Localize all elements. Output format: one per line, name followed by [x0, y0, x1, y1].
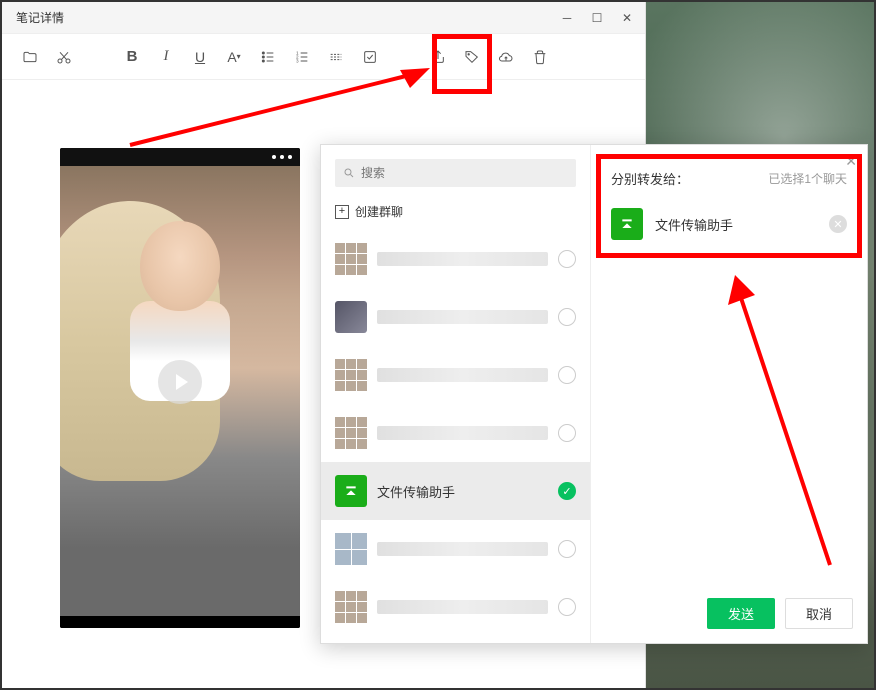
- share-icon[interactable]: [424, 43, 452, 71]
- select-radio-checked[interactable]: [558, 482, 576, 500]
- search-input-wrapper[interactable]: [335, 159, 576, 187]
- checklist-icon[interactable]: [356, 43, 384, 71]
- send-button[interactable]: 发送: [707, 598, 775, 629]
- bold-button[interactable]: B: [118, 43, 146, 71]
- cloud-upload-icon[interactable]: [492, 43, 520, 71]
- dialog-actions: 发送 取消: [591, 584, 867, 643]
- font-color-button[interactable]: A▾: [220, 43, 248, 71]
- forward-dialog: + 创建群聊: [320, 144, 868, 644]
- toolbar: B I U A▾ 123: [2, 34, 645, 80]
- close-icon[interactable]: ✕: [845, 153, 857, 170]
- contact-name-redacted: [377, 600, 548, 614]
- avatar: [335, 301, 367, 333]
- contact-item-file-helper[interactable]: 文件传输助手: [321, 462, 590, 520]
- underline-button[interactable]: U: [186, 43, 214, 71]
- contact-name-redacted: [377, 310, 548, 324]
- create-group-button[interactable]: + 创建群聊: [321, 197, 590, 230]
- avatar: [335, 243, 367, 275]
- plus-icon: +: [335, 205, 349, 219]
- minimize-button[interactable]: ─: [553, 6, 581, 30]
- contact-item[interactable]: [321, 520, 590, 578]
- italic-button[interactable]: I: [152, 43, 180, 71]
- folder-icon[interactable]: [16, 43, 44, 71]
- avatar: [335, 591, 367, 623]
- divider-icon[interactable]: [322, 43, 350, 71]
- phone-statusbar: [60, 148, 300, 166]
- selected-contact-name: 文件传输助手: [655, 215, 817, 234]
- search-icon: [343, 167, 355, 179]
- contact-list[interactable]: 文件传输助手: [321, 230, 590, 643]
- select-radio[interactable]: [558, 540, 576, 558]
- contact-item[interactable]: [321, 230, 590, 288]
- select-radio[interactable]: [558, 250, 576, 268]
- cancel-button[interactable]: 取消: [785, 598, 853, 629]
- ordered-list-icon[interactable]: 123: [288, 43, 316, 71]
- forward-selection-column: ✕ 分别转发给： 已选择1个聊天 文件传输助手 ✕ 发送 取消: [591, 145, 867, 643]
- maximize-button[interactable]: ☐: [583, 6, 611, 30]
- window-controls: ─ ☐ ✕: [553, 6, 641, 30]
- avatar: [335, 533, 367, 565]
- contact-name: 文件传输助手: [377, 482, 548, 501]
- file-helper-icon: [335, 475, 367, 507]
- contact-name-redacted: [377, 426, 548, 440]
- contact-name-redacted: [377, 252, 548, 266]
- contact-name-redacted: [377, 368, 548, 382]
- select-radio[interactable]: [558, 366, 576, 384]
- delete-icon[interactable]: [526, 43, 554, 71]
- create-group-label: 创建群聊: [355, 203, 403, 220]
- tag-icon[interactable]: [458, 43, 486, 71]
- contact-item[interactable]: [321, 578, 590, 636]
- cut-icon[interactable]: [50, 43, 78, 71]
- contact-name-redacted: [377, 542, 548, 556]
- titlebar: 笔记详情 ─ ☐ ✕: [2, 2, 645, 34]
- select-radio[interactable]: [558, 424, 576, 442]
- file-helper-icon: [611, 208, 643, 240]
- close-button[interactable]: ✕: [613, 6, 641, 30]
- video-attachment[interactable]: [60, 148, 300, 628]
- select-radio[interactable]: [558, 598, 576, 616]
- select-radio[interactable]: [558, 308, 576, 326]
- contact-item[interactable]: [321, 288, 590, 346]
- selection-count: 已选择1个聊天: [768, 170, 847, 187]
- avatar: [335, 359, 367, 391]
- play-icon[interactable]: [158, 360, 202, 404]
- svg-text:3: 3: [296, 58, 299, 63]
- search-input[interactable]: [361, 166, 568, 180]
- window-title: 笔记详情: [16, 9, 64, 26]
- bullet-list-icon[interactable]: [254, 43, 282, 71]
- selected-contact: 文件传输助手 ✕: [591, 198, 867, 250]
- remove-selection-icon[interactable]: ✕: [829, 215, 847, 233]
- avatar: [335, 417, 367, 449]
- contact-item[interactable]: [321, 346, 590, 404]
- contact-item[interactable]: [321, 404, 590, 462]
- forward-title: 分别转发给：: [611, 169, 689, 188]
- forward-contact-column: + 创建群聊: [321, 145, 591, 643]
